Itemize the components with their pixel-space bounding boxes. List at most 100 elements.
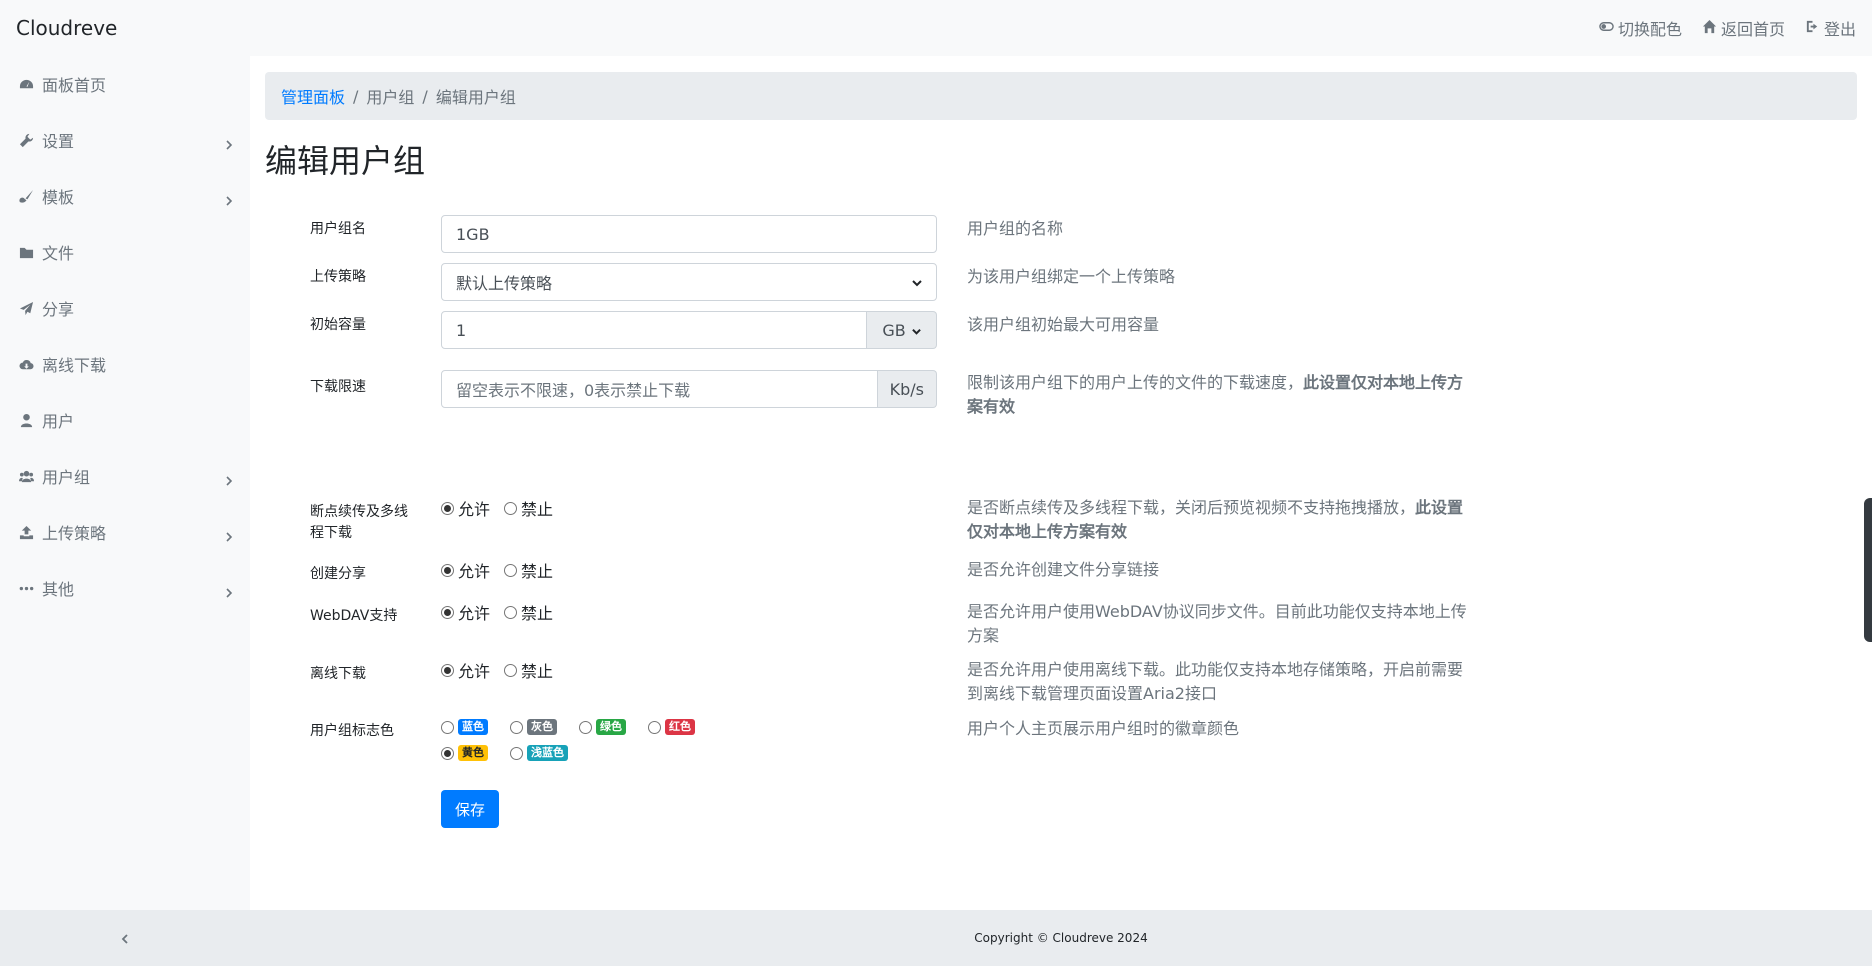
capacity-help: 该用户组初始最大可用容量	[967, 315, 1160, 334]
chevron-right-icon	[224, 583, 234, 598]
color-badge: 黄色	[458, 745, 488, 761]
radio-dot	[510, 720, 523, 734]
radio-dot	[504, 605, 518, 619]
range-allow-radio[interactable]: 允许	[441, 496, 490, 520]
sidebar-item-users[interactable]: 用户	[0, 392, 250, 448]
range-help-text: 是否断点续传及多线程下载，关闭后预览视频不支持拖拽播放，	[967, 498, 1416, 517]
color-badge: 蓝色	[458, 719, 488, 735]
toggle-theme-link[interactable]: 切换配色	[1599, 16, 1682, 40]
logout-label: 登出	[1823, 20, 1856, 39]
color-radio-blue[interactable]: 蓝色	[441, 719, 488, 735]
page-title: 编辑用户组	[265, 142, 426, 180]
toggle-icon	[1599, 19, 1614, 38]
user-icon	[18, 412, 34, 428]
group-name-help: 用户组的名称	[967, 219, 1064, 238]
webdav-allow-radio[interactable]: 允许	[441, 600, 490, 624]
folder-icon	[18, 244, 34, 260]
radio-label: 允许	[458, 562, 491, 581]
home-link[interactable]: 返回首页	[1702, 16, 1785, 40]
color-badge: 灰色	[527, 719, 557, 735]
radio-dot	[504, 663, 518, 677]
chevron-right-icon	[224, 471, 234, 486]
radio-dot	[441, 501, 454, 515]
sidebar-item-settings[interactable]: 设置	[0, 112, 250, 168]
badge-color-help: 用户个人主页展示用户组时的徽章颜色	[967, 719, 1240, 738]
home-icon	[1702, 19, 1717, 38]
sidebar-item-other[interactable]: 其他	[0, 560, 250, 616]
save-button[interactable]: 保存	[441, 790, 499, 828]
speed-limit-help: 限制该用户组下的用户上传的文件的下载速度，此设置仅对本地上传方案有效	[967, 371, 1467, 419]
aria2-allow-radio[interactable]: 允许	[441, 658, 490, 682]
radio-dot	[648, 720, 661, 734]
capacity-unit-label: GB	[882, 320, 906, 340]
sign-out-icon	[1805, 19, 1820, 38]
capacity-unit-dropdown[interactable]: GB	[867, 311, 937, 349]
offline-download-help: 是否允许用户使用离线下载。此功能仅支持本地存储策略，开启前需要到离线下载管理页面…	[967, 660, 1464, 703]
brand-logo[interactable]: Cloudreve	[16, 16, 117, 40]
radio-label: 允许	[458, 500, 491, 519]
sidebar-collapse-button[interactable]	[0, 910, 250, 966]
radio-dot	[510, 746, 523, 760]
group-name-input[interactable]: 1GB	[441, 215, 937, 253]
radio-dot	[441, 663, 454, 677]
sidebar-item-upload-policies[interactable]: 上传策略	[0, 504, 250, 560]
share-deny-radio[interactable]: 禁止	[504, 558, 553, 582]
edge-panel-tab[interactable]	[1864, 498, 1872, 642]
chevron-right-icon	[224, 527, 234, 542]
group-name-label: 用户组名	[310, 221, 366, 237]
chevron-left-icon	[120, 929, 130, 948]
range-download-label: 断点续传及多线程下载	[310, 504, 408, 541]
policy-select[interactable]: 默认上传策略	[441, 263, 937, 301]
color-radio-red[interactable]: 红色	[648, 719, 695, 735]
toggle-theme-label: 切换配色	[1617, 20, 1682, 39]
speed-limit-help-text: 限制该用户组下的用户上传的文件的下载速度，	[967, 373, 1304, 392]
speed-limit-label: 下载限速	[310, 379, 366, 395]
color-radio-yellow[interactable]: 黄色	[441, 745, 488, 761]
sidebar-item-files[interactable]: 文件	[0, 224, 250, 280]
sidebar-item-templates[interactable]: 模板	[0, 168, 250, 224]
sidebar-item-share[interactable]: 分享	[0, 280, 250, 336]
badge-color-label: 用户组标志色	[310, 723, 394, 739]
webdav-help: 是否允许用户使用WebDAV协议同步文件。目前此功能仅支持本地上传方案	[967, 602, 1467, 645]
navbar-actions: 切换配色 返回首页 登出	[1599, 16, 1856, 40]
share-allow-radio[interactable]: 允许	[441, 558, 490, 582]
main-content: 管理面板 / 用户组 / 编辑用户组 编辑用户组 用户组名 1GB 用户组的名称…	[250, 56, 1872, 910]
sidebar: 面板首页 设置 模板 文件 分享 离线下载 用户 用户组 上传策略 其他	[0, 56, 250, 966]
cloud-download-icon	[18, 356, 34, 372]
speed-limit-input[interactable]: 留空表示不限速，0表示禁止下载	[441, 370, 878, 408]
radio-dot	[441, 720, 454, 734]
sidebar-item-dashboard[interactable]: 面板首页	[0, 56, 250, 112]
tachometer-icon	[18, 76, 34, 92]
chevron-down-icon	[912, 273, 922, 292]
radio-dot	[441, 563, 454, 577]
radio-dot	[441, 605, 454, 619]
policy-help: 为该用户组绑定一个上传策略	[967, 267, 1176, 286]
range-deny-radio[interactable]: 禁止	[504, 496, 553, 520]
breadcrumb: 管理面板 / 用户组 / 编辑用户组	[265, 72, 1857, 120]
aria2-deny-radio[interactable]: 禁止	[504, 658, 553, 682]
capacity-label: 初始容量	[310, 317, 366, 333]
ellipsis-icon	[18, 580, 34, 596]
color-radio-gray[interactable]: 灰色	[510, 719, 557, 735]
paper-plane-icon	[18, 300, 34, 316]
radio-label: 禁止	[521, 500, 554, 519]
sidebar-item-offline-download[interactable]: 离线下载	[0, 336, 250, 392]
users-icon	[18, 468, 34, 484]
logout-link[interactable]: 登出	[1805, 16, 1856, 40]
radio-label: 禁止	[521, 562, 554, 581]
share-help: 是否允许创建文件分享链接	[967, 560, 1160, 579]
radio-dot	[504, 563, 518, 577]
breadcrumb-separator: /	[353, 86, 359, 106]
webdav-deny-radio[interactable]: 禁止	[504, 600, 553, 624]
radio-dot	[441, 746, 454, 760]
color-badge: 浅蓝色	[527, 745, 568, 761]
radio-label: 禁止	[521, 604, 554, 623]
breadcrumb-link-admin[interactable]: 管理面板	[281, 84, 345, 108]
breadcrumb-separator: /	[422, 86, 428, 106]
color-radio-cyan[interactable]: 浅蓝色	[510, 745, 568, 761]
upload-icon	[18, 524, 34, 540]
color-radio-green[interactable]: 绿色	[579, 719, 626, 735]
sidebar-item-user-groups[interactable]: 用户组	[0, 448, 250, 504]
chevron-right-icon	[224, 135, 234, 150]
capacity-input[interactable]: 1	[441, 311, 867, 349]
